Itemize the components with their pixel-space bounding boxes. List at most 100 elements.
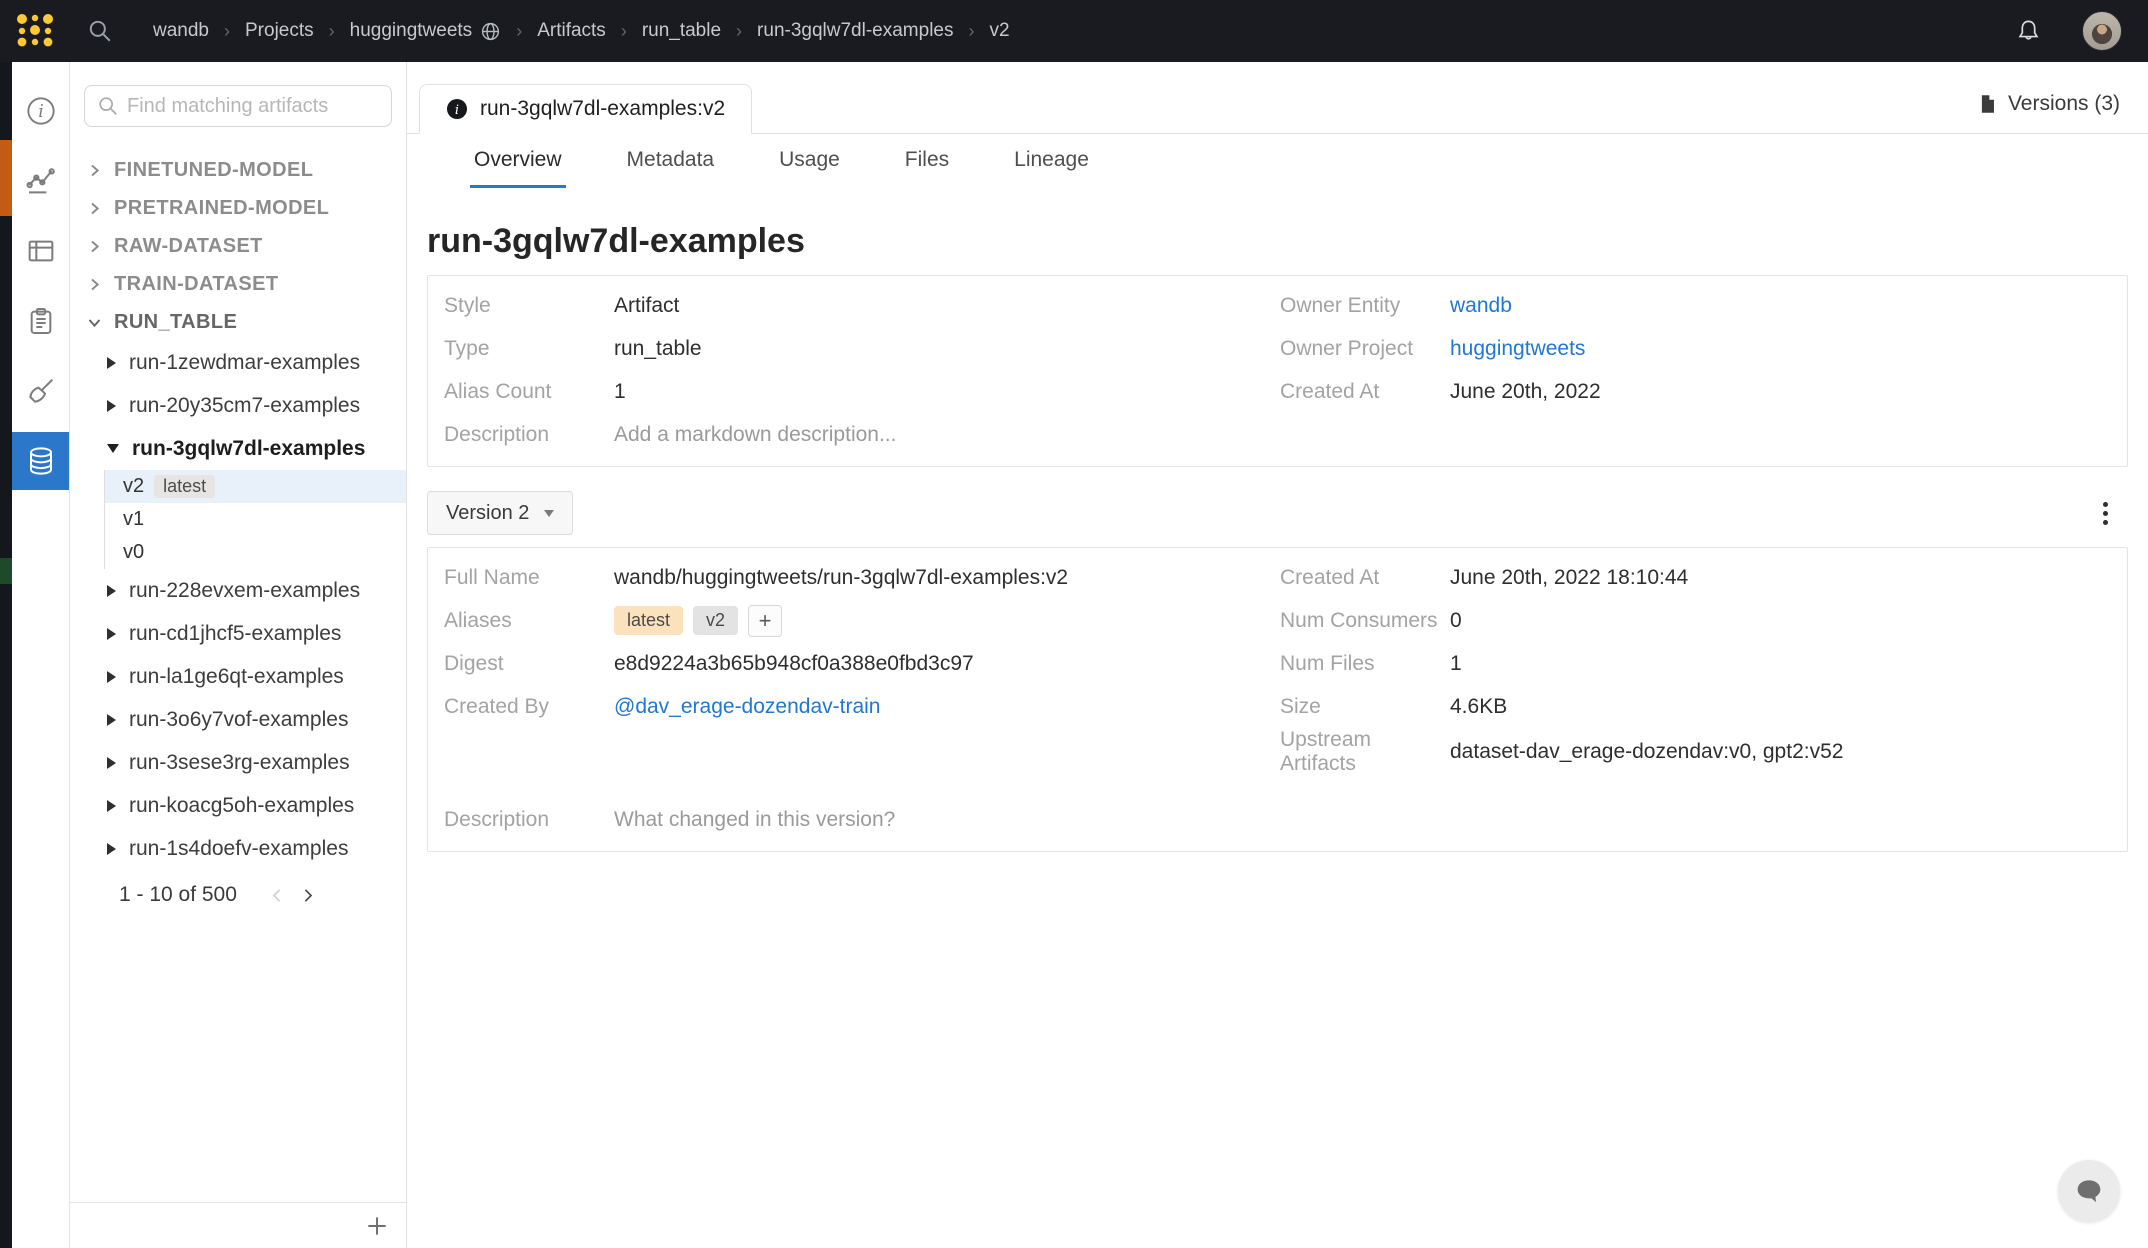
breadcrumb-project[interactable]: huggingtweets — [350, 20, 502, 42]
run-label: run-3o6y7vof-examples — [129, 708, 348, 732]
breadcrumb-projects[interactable]: Projects — [245, 20, 314, 42]
field-size: Size 4.6KB — [1280, 685, 2127, 728]
tree-run-item[interactable]: run-koacg5oh-examples — [70, 784, 406, 827]
category-label: TRAIN-DATASET — [114, 273, 278, 296]
breadcrumb-separator: › — [736, 21, 742, 42]
artifacts-database-icon[interactable] — [12, 432, 69, 490]
category-label: FINETUNED-MODEL — [114, 159, 313, 182]
run-label: run-3sese3rg-examples — [129, 751, 350, 775]
category-train-dataset[interactable]: TRAIN-DATASET — [70, 265, 406, 303]
chat-support-button[interactable] — [2058, 1160, 2120, 1222]
field-owner-entity: Owner Entity wandb — [1280, 284, 2127, 327]
info-filled-icon: i — [446, 98, 468, 120]
add-artifact-plus-icon[interactable] — [364, 1213, 390, 1239]
tree-run-item[interactable]: run-cd1jhcf5-examples — [70, 612, 406, 655]
add-alias-button[interactable]: + — [748, 605, 782, 637]
search-input[interactable] — [127, 95, 379, 118]
version-item-v2[interactable]: v2 latest — [105, 470, 406, 503]
overflow-menu-icon[interactable] — [2097, 496, 2114, 531]
field-label: Aliases — [444, 609, 614, 633]
category-label: RUN_TABLE — [114, 311, 237, 334]
field-type: Type run_table — [444, 327, 1280, 370]
breadcrumb-project-label: huggingtweets — [350, 20, 473, 42]
triangle-down-icon — [107, 444, 119, 453]
run-label: run-3gqlw7dl-examples — [132, 437, 365, 461]
reports-clipboard-icon[interactable] — [12, 286, 69, 356]
version-list: v2 latest v1 v0 — [104, 470, 406, 569]
version-toolbar: Version 2 — [427, 491, 2128, 535]
breadcrumb-artifacts[interactable]: Artifacts — [537, 20, 606, 42]
tree-run-item[interactable]: run-228evxem-examples — [70, 569, 406, 612]
tree-run-item[interactable]: run-20y35cm7-examples — [70, 384, 406, 427]
run-label: run-1s4doefv-examples — [129, 837, 348, 861]
triangle-right-icon — [107, 757, 116, 769]
owner-entity-link[interactable]: wandb — [1450, 294, 1512, 318]
breadcrumb-version[interactable]: v2 — [989, 20, 1009, 42]
charts-icon[interactable] — [12, 146, 69, 216]
chevron-down-icon — [87, 315, 102, 330]
document-icon — [1976, 93, 1998, 115]
version-item-v1[interactable]: v1 — [105, 503, 406, 536]
left-icon-rail: i — [12, 62, 70, 1248]
tab-overview[interactable]: Overview — [470, 134, 566, 188]
run-label: run-228evxem-examples — [129, 579, 360, 603]
triangle-right-icon — [107, 671, 116, 683]
version-select-dropdown[interactable]: Version 2 — [427, 491, 573, 535]
sidebar-footer — [70, 1202, 406, 1248]
field-created-at: Created At June 20th, 2022 — [1280, 370, 2127, 413]
tree-run-item[interactable]: run-1zewdmar-examples — [70, 341, 406, 384]
sweeps-broom-icon[interactable] — [12, 356, 69, 426]
category-finetuned-model[interactable]: FINETUNED-MODEL — [70, 151, 406, 189]
field-label: Full Name — [444, 566, 614, 590]
collapsed-runs-strip[interactable] — [0, 62, 12, 1248]
notifications-bell-icon[interactable] — [2015, 18, 2042, 45]
description-editor[interactable]: Add a markdown description... — [614, 423, 896, 447]
chevron-right-icon — [87, 201, 102, 216]
run-label: run-la1ge6qt-examples — [129, 665, 344, 689]
tree-run-item[interactable]: run-3sese3rg-examples — [70, 741, 406, 784]
tree-run-item[interactable]: run-1s4doefv-examples — [70, 827, 406, 870]
tab-files[interactable]: Files — [901, 134, 953, 188]
version-description-editor[interactable]: What changed in this version? — [614, 808, 895, 832]
version-item-v0[interactable]: v0 — [105, 536, 406, 569]
field-label: Type — [444, 337, 614, 361]
field-created-by: Created By @dav_erage-dozendav-train — [444, 685, 1280, 728]
field-label: Created At — [1280, 566, 1450, 590]
tree-run-item[interactable]: run-la1ge6qt-examples — [70, 655, 406, 698]
tree-run-item-expanded[interactable]: run-3gqlw7dl-examples — [70, 427, 406, 470]
artifact-version-tab[interactable]: i run-3gqlw7dl-examples:v2 — [419, 84, 752, 134]
field-description: Description Add a markdown description..… — [444, 413, 1280, 456]
user-avatar[interactable] — [2082, 11, 2122, 51]
owner-project-link[interactable]: huggingtweets — [1450, 337, 1585, 361]
triangle-right-icon — [107, 400, 116, 412]
run-label: run-cd1jhcf5-examples — [129, 622, 341, 646]
versions-button[interactable]: Versions (3) — [1976, 92, 2120, 116]
tab-metadata[interactable]: Metadata — [623, 134, 719, 188]
field-label: Description — [444, 808, 614, 832]
created-by-link[interactable]: @dav_erage-dozendav-train — [614, 695, 880, 719]
field-label: Num Consumers — [1280, 609, 1450, 633]
category-run-table[interactable]: RUN_TABLE — [70, 303, 406, 341]
breadcrumb-artifact-type[interactable]: run_table — [642, 20, 721, 42]
field-value: e8d9224a3b65b948cf0a388e0fbd3c97 — [614, 652, 974, 676]
field-value: June 20th, 2022 — [1450, 380, 1601, 404]
wandb-artifact-page: wandb › Projects › huggingtweets › Artif… — [0, 0, 2148, 1248]
overview-content: run-3gqlw7dl-examples Style Artifact Typ… — [407, 188, 2148, 1248]
triangle-right-icon — [107, 585, 116, 597]
category-pretrained-model[interactable]: PRETRAINED-MODEL — [70, 189, 406, 227]
breadcrumb-separator: › — [516, 21, 522, 42]
category-raw-dataset[interactable]: RAW-DATASET — [70, 227, 406, 265]
wandb-logo-icon[interactable] — [15, 11, 55, 51]
search-icon[interactable] — [87, 18, 113, 44]
pagination-prev-icon[interactable] — [263, 880, 293, 910]
breadcrumb-entity[interactable]: wandb — [153, 20, 209, 42]
tables-icon[interactable] — [12, 216, 69, 286]
tab-lineage[interactable]: Lineage — [1010, 134, 1093, 188]
pagination-next-icon[interactable] — [293, 880, 323, 910]
artifact-search-box[interactable] — [84, 85, 392, 127]
tab-usage[interactable]: Usage — [775, 134, 844, 188]
info-icon[interactable]: i — [12, 76, 69, 146]
tree-run-item[interactable]: run-3o6y7vof-examples — [70, 698, 406, 741]
breadcrumb-artifact-name[interactable]: run-3gqlw7dl-examples — [757, 20, 953, 42]
version-select-label: Version 2 — [446, 502, 529, 525]
